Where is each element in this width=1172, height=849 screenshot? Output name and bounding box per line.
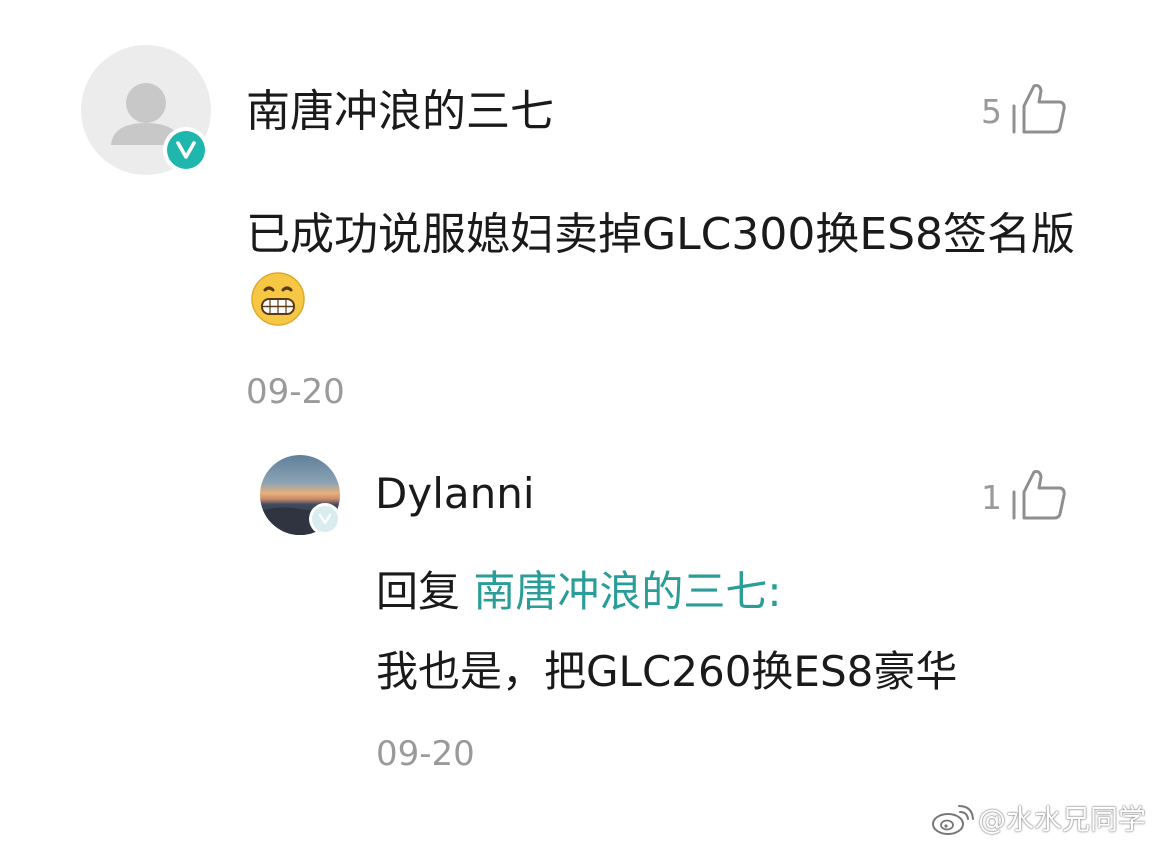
reply-prefix: 回复 xyxy=(376,567,461,616)
thumbs-up-icon xyxy=(1012,84,1066,134)
comment-date-reply: 09-20 xyxy=(376,734,475,774)
like-count-main: 5 xyxy=(981,92,1002,131)
verified-badge-main xyxy=(163,127,209,173)
watermark-text: @水水兄同学 xyxy=(978,803,1147,836)
like-button-main[interactable] xyxy=(1010,82,1068,140)
verified-badge-reply xyxy=(309,503,341,535)
reply-text: 我也是，把GLC260换ES8豪华 xyxy=(376,647,958,696)
watermark: @水水兄同学 xyxy=(930,800,1146,840)
thumbs-up-icon xyxy=(1012,470,1066,520)
like-count-reply: 1 xyxy=(981,478,1002,517)
reply-header-line: 回复 南唐冲浪的三七: xyxy=(376,560,782,624)
v-badge-icon xyxy=(318,513,332,525)
grinning-face-emoji xyxy=(251,272,305,326)
username-reply[interactable]: Dylanni xyxy=(375,466,535,522)
comment-text-main: 已成功说服媳妇卖掉GLC300换ES8签名版 xyxy=(246,200,1086,340)
v-badge-icon xyxy=(176,141,196,159)
like-button-reply[interactable] xyxy=(1010,468,1068,526)
username-main[interactable]: 南唐冲浪的三七 xyxy=(246,82,554,142)
comment-body: 已成功说服媳妇卖掉GLC300换ES8签名版 xyxy=(246,209,1076,260)
weibo-icon xyxy=(932,805,974,835)
reply-mention-link[interactable]: 南唐冲浪的三七: xyxy=(473,567,781,616)
comment-date-main: 09-20 xyxy=(246,372,345,412)
